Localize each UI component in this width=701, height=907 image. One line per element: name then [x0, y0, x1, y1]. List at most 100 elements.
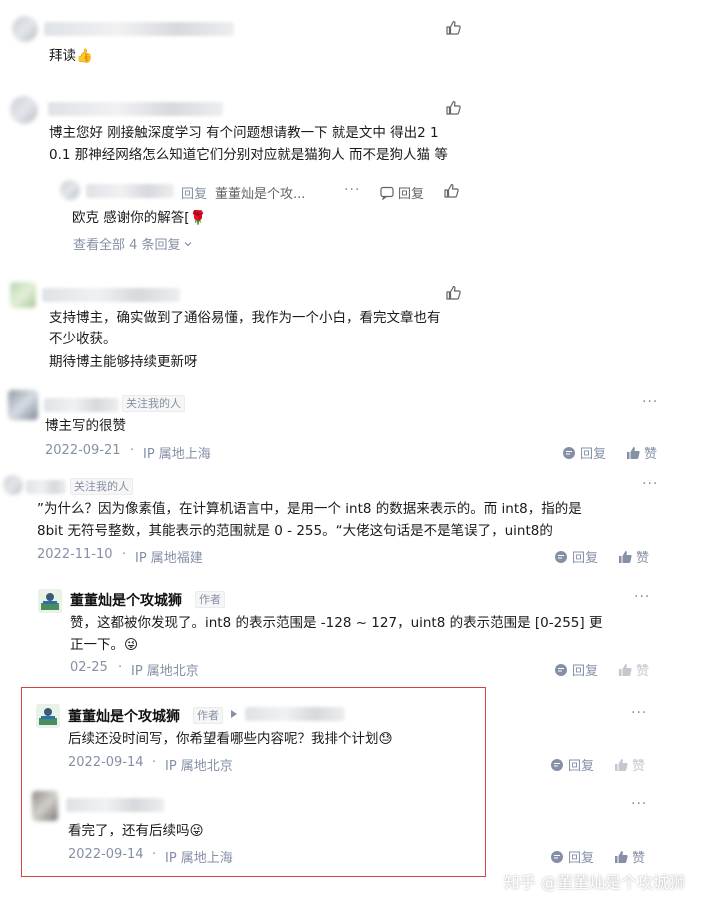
avatar[interactable]: [10, 96, 38, 124]
comment-text: 看完了，还有后续吗😜: [68, 823, 204, 839]
triangle-right-icon: [231, 710, 237, 718]
reply-avatar[interactable]: [60, 180, 80, 200]
avatar[interactable]: [8, 390, 38, 420]
like-label: 赞: [636, 664, 650, 679]
comment-bubble-icon: [554, 550, 568, 564]
reply-label: 回复: [568, 851, 595, 866]
meta-separator: ·: [130, 443, 135, 458]
reply-label: 回复: [568, 759, 595, 774]
comment-bubble-icon: [554, 663, 568, 677]
meta-separator: ·: [152, 755, 157, 770]
like-button[interactable]: 赞: [614, 847, 645, 866]
chevron-down-icon: [183, 239, 193, 249]
ip-location: IP 属地福建: [135, 551, 203, 566]
like-label: 赞: [632, 851, 646, 866]
author-name[interactable]: 董董灿是个攻城狮: [68, 706, 180, 726]
reply-button-label: 回复: [398, 187, 425, 202]
reply-button[interactable]: 回复: [550, 847, 594, 866]
comment-text: 拜读👍: [49, 48, 93, 64]
reply-button[interactable]: 回复: [554, 547, 598, 566]
comment-date: 2022-09-14: [68, 847, 144, 862]
like-button[interactable]: 赞: [618, 660, 649, 679]
more-icon[interactable]: ···: [642, 394, 658, 410]
comment-text-line-1: 博主您好 刚接触深度学习 有个问题想请教一下 就是文中 得出2 1: [49, 125, 439, 141]
comment-text-line-2: 0.1 那神经网络怎么知道它们分别对应就是猫狗人 而不是狗人猫 等: [49, 147, 448, 163]
comment-date: 2022-09-14: [68, 755, 144, 770]
ip-location: IP 属地上海: [143, 447, 211, 462]
comment-bubble-icon: [550, 850, 564, 864]
more-icon[interactable]: ···: [642, 476, 658, 492]
avatar[interactable]: [10, 282, 36, 308]
comment-text-line-2: 不少收获。: [49, 331, 117, 347]
view-all-label: 查看全部 4 条回复: [73, 238, 181, 253]
avatar[interactable]: [32, 791, 58, 821]
like-button[interactable]: 赞: [618, 547, 649, 566]
reply-to-username-blurred[interactable]: [245, 707, 345, 721]
author-badge: 作者: [193, 707, 223, 724]
author-name[interactable]: 董董灿是个攻城狮: [70, 590, 182, 610]
comment-date: 2022-11-10: [37, 547, 113, 562]
avatar[interactable]: [12, 16, 38, 42]
username-blurred[interactable]: [48, 102, 223, 116]
username-blurred[interactable]: [44, 22, 234, 36]
meta-separator: ·: [152, 847, 157, 862]
reply-button[interactable]: 回复: [554, 660, 598, 679]
comment-bubble-icon: [562, 446, 576, 460]
like-button[interactable]: 赞: [614, 755, 645, 774]
comment-text-line-1: 赞，这都被你发现了。int8 的表示范围是 -128 ~ 127，uint8 的…: [70, 615, 603, 631]
reply-label: 回复: [572, 664, 599, 679]
like-button[interactable]: 赞: [626, 443, 657, 462]
reply-button[interactable]: 回复: [562, 443, 606, 462]
more-icon[interactable]: ···: [634, 589, 650, 605]
thumbs-up-icon[interactable]: [445, 100, 461, 116]
username-blurred[interactable]: [44, 398, 119, 412]
watermark: 知乎 @董董灿是个攻城狮: [503, 873, 685, 892]
comment-text-line-2: 正一下。😜: [70, 637, 139, 653]
like-filled-icon: [626, 446, 640, 460]
reply-label: 回复: [572, 551, 599, 566]
comment-text-line-1: ”为什么？因为像素值，在计算机语言中，是用一个 int8 的数据来表示的。而 i…: [37, 501, 582, 517]
comment-date: 02-25: [70, 660, 108, 675]
reply-button[interactable]: 回复: [380, 183, 424, 202]
username-blurred[interactable]: [42, 288, 180, 302]
thumbs-up-icon[interactable]: [445, 285, 461, 301]
more-icon[interactable]: ···: [344, 182, 360, 198]
ip-location: IP 属地北京: [131, 664, 199, 679]
like-filled-icon: [618, 550, 632, 564]
username-blurred[interactable]: [26, 480, 66, 494]
comment-bubble-icon: [550, 758, 564, 772]
thumbs-up-icon[interactable]: [445, 20, 461, 36]
like-filled-icon: [614, 850, 628, 864]
ip-location: IP 属地北京: [165, 759, 233, 774]
reply-to-name[interactable]: 董董灿是个攻...: [215, 183, 305, 202]
reply-text: 欧克 感谢你的解答[🌹: [72, 210, 207, 226]
comment-text-line-3: 期待博主能够持续更新呀: [49, 354, 198, 370]
author-avatar[interactable]: [36, 704, 60, 728]
like-filled-icon: [618, 663, 632, 677]
follower-badge: 关注我的人: [122, 395, 185, 412]
comment-bubble-icon: [380, 186, 394, 200]
comment-text-line-1: 支持博主，确实做到了通俗易懂，我作为一个小白，看完文章也有: [49, 310, 441, 326]
follower-badge: 关注我的人: [70, 478, 133, 495]
more-icon[interactable]: ···: [631, 796, 647, 812]
thumbs-up-icon[interactable]: [443, 183, 459, 199]
like-label: 赞: [636, 551, 650, 566]
view-all-replies-link[interactable]: 查看全部 4 条回复: [73, 234, 193, 253]
comment-text-line-2: 8bit 无符号整数，其能表示的范围就是 0 - 255。“大佬这句话是不是笔误…: [37, 523, 553, 539]
reply-button[interactable]: 回复: [550, 755, 594, 774]
username-blurred[interactable]: [66, 798, 164, 812]
ip-location: IP 属地上海: [165, 851, 233, 866]
reply-label: 回复: [580, 447, 607, 462]
reply-meta-label: 回复: [181, 187, 208, 202]
more-icon[interactable]: ···: [631, 705, 647, 721]
avatar[interactable]: [3, 475, 23, 495]
comment-date: 2022-09-21: [45, 443, 121, 458]
meta-separator: ·: [118, 660, 123, 675]
comment-text: 博主写的很赞: [45, 418, 126, 434]
author-badge: 作者: [195, 591, 225, 608]
comment-text: 后续还没时间写，你希望看哪些内容呢？我排个计划😓: [68, 731, 393, 747]
author-avatar[interactable]: [38, 589, 62, 613]
reply-username-blurred[interactable]: [86, 184, 174, 198]
meta-separator: ·: [122, 547, 127, 562]
like-filled-icon: [614, 758, 628, 772]
